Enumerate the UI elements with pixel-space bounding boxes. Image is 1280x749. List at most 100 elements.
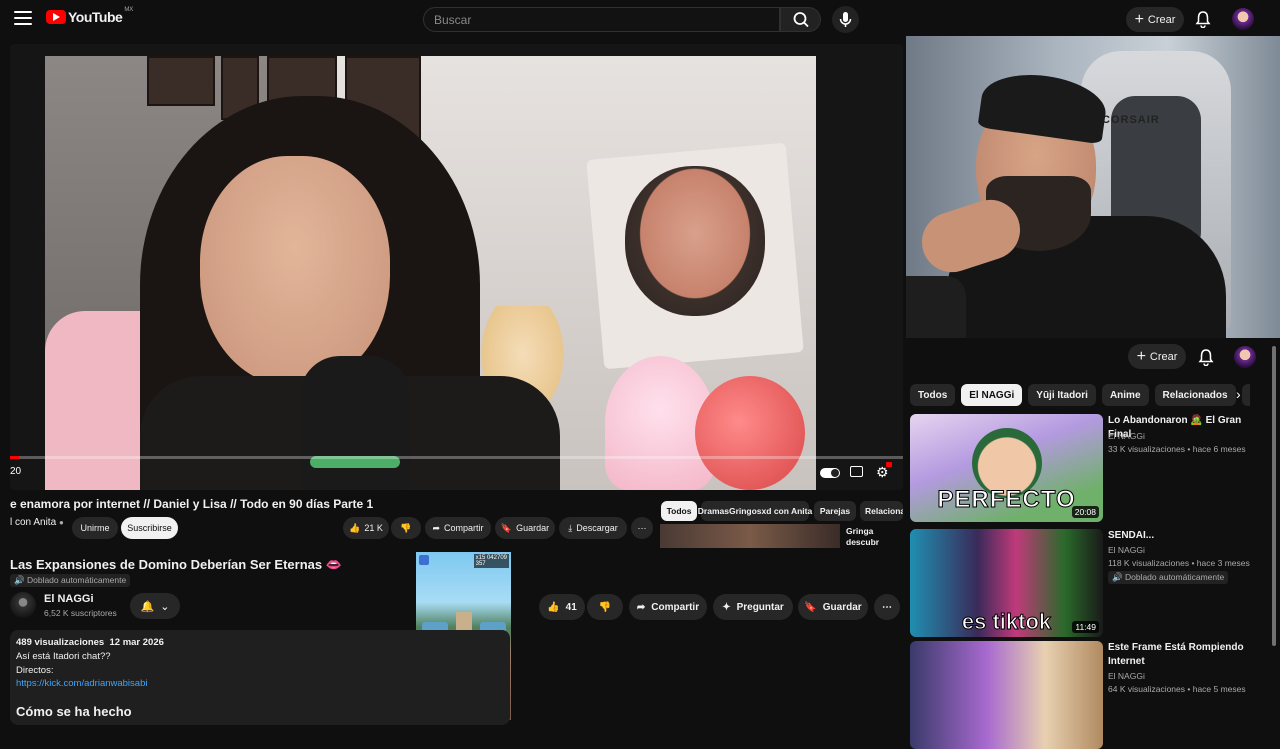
chip-el-naggi[interactable]: El NAGGi: [961, 384, 1023, 406]
chip-todos[interactable]: Todos: [910, 384, 956, 406]
embedded-save-button[interactable]: 🔖 Guardar: [495, 517, 555, 539]
video-duration: 20:08: [1071, 506, 1099, 518]
share-icon: ➦: [636, 601, 646, 613]
chevron-right-icon[interactable]: ›: [1236, 386, 1241, 402]
embedded-video-title: e enamora por internet // Daniel y Lisa …: [10, 497, 374, 511]
embedded-channel-name[interactable]: l con Anita ●: [10, 517, 64, 528]
thumbs-down-icon: 👎: [598, 601, 612, 613]
menu-icon[interactable]: [14, 11, 32, 25]
like-button[interactable]: 👍 41: [539, 594, 585, 620]
sidebar-scrollbar[interactable]: [1272, 346, 1276, 646]
recommendation-title[interactable]: Este Frame Está Rompiendo Internet: [1108, 641, 1258, 668]
voice-search-button[interactable]: [832, 6, 859, 33]
sparkle-icon: ✦: [722, 601, 731, 613]
youtube-logo[interactable]: YouTube MX: [46, 7, 134, 25]
game-coins: 357: [475, 561, 486, 567]
create-button[interactable]: + Crear: [1126, 7, 1184, 32]
chip-yuji-itadori[interactable]: Yūji Itadori: [1028, 384, 1096, 406]
dubbed-badge: 🔊 Doblado automáticamente: [10, 574, 131, 587]
recommendation-channel[interactable]: El NAGGi: [1108, 544, 1145, 557]
pause-icon: [419, 555, 429, 565]
more-actions-button[interactable]: ⋯: [874, 594, 900, 620]
recommendation-thumbnail[interactable]: es tiktok 11:49: [910, 529, 1103, 637]
embedded-more-button[interactable]: ⋯: [631, 517, 653, 539]
video-title-text: Las Expansiones de Domino Deberían Ser E…: [10, 557, 323, 572]
video-frame: [45, 56, 816, 490]
notifications-button[interactable]: [1195, 10, 1211, 33]
country-code: MX: [124, 7, 134, 13]
recommendation-thumbnail[interactable]: [910, 641, 1103, 749]
ask-button[interactable]: ✦ Preguntar: [713, 594, 793, 620]
sidebar-create-label: Crear: [1149, 350, 1178, 363]
description-box[interactable]: 489 visualizaciones 12 mar 2026 Así está…: [10, 630, 510, 725]
subtitles-icon[interactable]: [850, 466, 863, 477]
microphone-icon: [839, 12, 852, 27]
presenter-face: [200, 156, 390, 386]
join-button[interactable]: Unirme: [72, 517, 118, 539]
verified-icon: ●: [58, 518, 64, 527]
join-label: Unirme: [80, 523, 110, 533]
lips-emoji-icon: 👄: [325, 557, 342, 572]
embedded-tab[interactable]: Todos: [661, 501, 697, 521]
save-button[interactable]: 🔖 Guardar: [798, 594, 868, 620]
sidebar-account-avatar[interactable]: [1234, 346, 1256, 368]
plus-icon: +: [1136, 347, 1146, 365]
search-box: [423, 7, 780, 32]
recommendation-item[interactable]: Este Frame Está Rompiendo Internet El NA…: [910, 641, 1272, 749]
dubbed-label: Doblado automáticamente: [1124, 572, 1225, 582]
search-input[interactable]: [424, 8, 779, 31]
thumbs-up-icon: 👍: [349, 522, 361, 533]
embedded-tab[interactable]: Parejas: [814, 501, 856, 521]
channel-avatar[interactable]: [10, 592, 36, 618]
ask-label: Preguntar: [736, 601, 784, 613]
embedded-share-button[interactable]: ➦ Compartir: [425, 517, 491, 539]
dubbed-icon: 🔊: [1112, 572, 1123, 582]
game-score-value: 042709: [486, 555, 507, 561]
embedded-rec-title[interactable]: Gringa descubr Nigeriano la est: [846, 526, 906, 548]
video-duration: 11:49: [1072, 621, 1099, 633]
autoplay-toggle[interactable]: [820, 468, 840, 478]
chair-brand: CORSAIR: [1102, 114, 1160, 126]
download-button[interactable]: ⤓ Descargar: [559, 517, 627, 539]
like-count: 41: [565, 601, 577, 613]
embedded-channel-label: l con Anita: [10, 517, 57, 528]
recommendation-title[interactable]: SENDAI...: [1108, 529, 1258, 543]
embedded-rec-thumbnail[interactable]: [660, 524, 840, 548]
thumbs-up-icon: 👍: [547, 601, 560, 613]
chip-more[interactable]: P: [1241, 384, 1250, 406]
chip-relacionados[interactable]: Relacionados: [1154, 384, 1236, 406]
bell-icon: [1195, 11, 1211, 29]
embedded-tab-label: Relaciona: [865, 506, 903, 516]
embedded-tab[interactable]: Relaciona: [860, 501, 903, 521]
subscribe-button[interactable]: Suscribirse: [121, 517, 178, 539]
video-player[interactable]: 20 ⚙: [10, 44, 903, 490]
sidebar: + Crear Todos El NAGGi Yūji Itadori Anim…: [906, 338, 1280, 749]
search-button[interactable]: [780, 7, 821, 32]
upload-date: 12 mar 2026: [109, 637, 164, 648]
recommendation-thumbnail[interactable]: PERFECTO 20:08: [910, 414, 1103, 522]
embedded-tab-label: DramasGringosxd con Anita: [697, 506, 813, 516]
sidebar-create-button[interactable]: + Crear: [1128, 344, 1186, 369]
dislike-button[interactable]: 👎: [587, 594, 623, 620]
account-avatar[interactable]: [1232, 8, 1254, 30]
chip-anime[interactable]: Anime: [1101, 384, 1149, 406]
youtube-play-icon: [46, 10, 66, 24]
subscribed-bell-button[interactable]: 🔔 ⌄: [130, 593, 180, 619]
recommendation-item[interactable]: PERFECTO 20:08 Lo Abandonaron 🧟 El Gran …: [910, 414, 1272, 522]
kick-link[interactable]: https://kick.com/adrianwabisabi: [16, 677, 504, 691]
subscriber-count: 6,52 K suscriptores: [44, 608, 117, 618]
channel-name[interactable]: El NAGGi: [44, 593, 94, 605]
embedded-like-button[interactable]: 👍 21 K: [343, 517, 389, 539]
plus-icon: +: [1134, 10, 1144, 28]
embedded-dislike-button[interactable]: 👎: [391, 517, 421, 539]
share-button[interactable]: ➦ Compartir: [629, 594, 707, 620]
embedded-tab[interactable]: DramasGringosxd con Anita: [697, 501, 813, 521]
progress-bar[interactable]: [10, 456, 903, 459]
embedded-tab-label: Todos: [666, 506, 692, 516]
recommendation-item[interactable]: es tiktok 11:49 SENDAI... El NAGGi 118 K…: [910, 529, 1272, 637]
share-icon: ➦: [432, 522, 441, 533]
sidebar-notifications-button[interactable]: [1198, 348, 1214, 371]
recommendation-channel[interactable]: El NAGGi: [1108, 670, 1145, 683]
recommendation-channel[interactable]: El NAGGi: [1108, 430, 1145, 443]
share-label: Compartir: [651, 601, 700, 613]
